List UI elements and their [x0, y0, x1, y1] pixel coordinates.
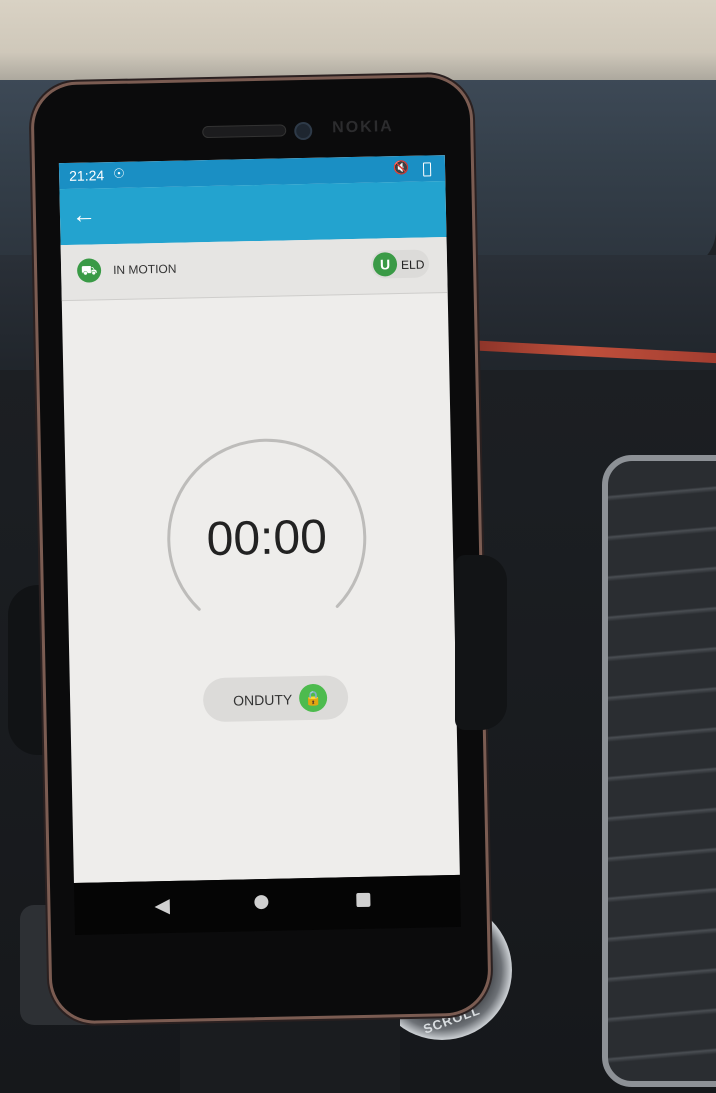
phone: NOKIA 21:24 ☉ 🔇 ← ⛟ IN MOTION U ELD 00:0… [30, 73, 492, 1025]
nav-home-icon[interactable] [254, 894, 269, 910]
eld-button[interactable]: U ELD [370, 249, 430, 279]
duty-status-button[interactable]: ONDUTY 🔒 [202, 675, 349, 723]
phone-brand: NOKIA [332, 118, 394, 137]
arrow-left-icon[interactable]: ← [72, 200, 97, 230]
lock-icon[interactable]: 🔒 [298, 683, 328, 713]
timer-value: 00:00 [206, 510, 328, 567]
mute-icon: 🔇 [392, 159, 410, 176]
status-time: 21:24 [68, 167, 105, 184]
app-screen: 21:24 ☉ 🔇 ← ⛟ IN MOTION U ELD 00:00 ONDU… [58, 155, 460, 883]
duty-status-label: ONDUTY [233, 691, 293, 709]
driving-status-strip: ⛟ IN MOTION U ELD [60, 237, 448, 302]
battery-icon [422, 162, 432, 177]
eld-icon: U [372, 252, 398, 277]
camera-icon [294, 121, 313, 141]
nav-back-icon[interactable]: ◀ [154, 893, 170, 918]
truck-icon: ⛟ [76, 258, 102, 283]
air-vent [602, 455, 716, 1087]
eld-label: ELD [400, 257, 425, 273]
android-nav-bar: ◀ [73, 874, 461, 935]
app-bar: ← [59, 181, 447, 246]
notification-icon: ☉ [112, 165, 125, 182]
phone-mount-clamp-right [455, 555, 507, 730]
phone-speaker [202, 124, 287, 139]
nav-recent-apps-icon[interactable] [356, 892, 371, 908]
motion-status-label: IN MOTION [112, 261, 177, 278]
